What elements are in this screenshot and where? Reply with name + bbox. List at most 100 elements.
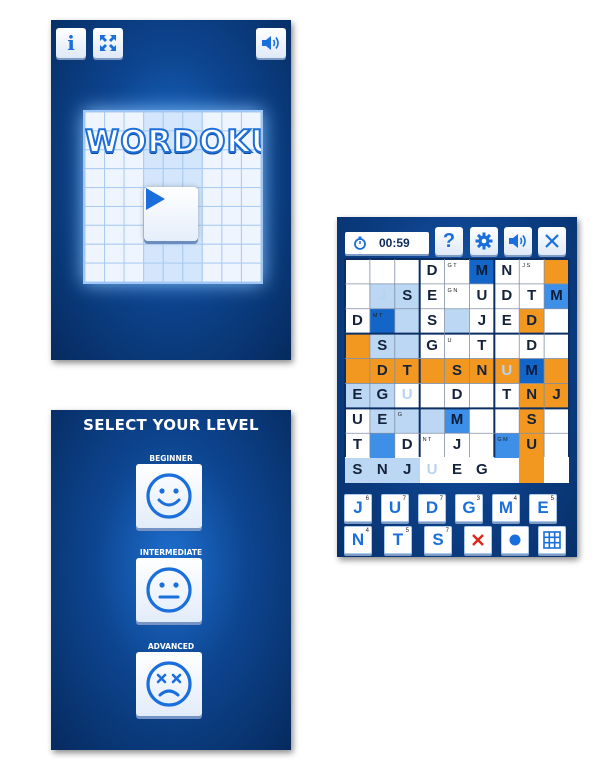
close-button[interactable]: [538, 227, 566, 255]
grid-cell[interactable]: [369, 433, 395, 459]
grid-cell[interactable]: [544, 458, 569, 483]
grid-cell[interactable]: [469, 383, 495, 409]
grid-cell[interactable]: S: [394, 283, 420, 309]
grid-cell[interactable]: M: [544, 283, 569, 309]
grid-cell[interactable]: [394, 308, 420, 334]
grid-cell[interactable]: [469, 433, 495, 459]
grid-cell[interactable]: G T: [444, 259, 470, 284]
sound-button-game[interactable]: [504, 227, 532, 255]
grid-cell[interactable]: [544, 408, 569, 434]
letter-key[interactable]: G3: [455, 494, 483, 522]
grid-cell[interactable]: [394, 259, 420, 284]
letter-key[interactable]: T5: [384, 526, 412, 554]
grid-cell[interactable]: D: [369, 358, 395, 384]
grid-cell[interactable]: D: [394, 433, 420, 459]
grid-cell[interactable]: D: [345, 308, 370, 334]
grid-cell[interactable]: G: [394, 408, 420, 434]
grid-cell[interactable]: S: [519, 408, 545, 434]
grid-cell[interactable]: [419, 383, 445, 409]
grid-cell[interactable]: [544, 433, 569, 459]
grid-cell[interactable]: U: [494, 358, 520, 384]
grid-cell[interactable]: T: [494, 383, 520, 409]
grid-cell[interactable]: N: [369, 458, 395, 483]
grid-cell[interactable]: M T: [369, 308, 395, 334]
grid-cell[interactable]: [494, 333, 520, 359]
grid-cell[interactable]: J: [444, 433, 470, 459]
letter-key[interactable]: S7: [424, 526, 452, 554]
grid-cell[interactable]: D: [494, 283, 520, 309]
settings-button[interactable]: [470, 227, 498, 255]
sound-button[interactable]: [256, 28, 286, 58]
grid-cell[interactable]: [419, 408, 445, 434]
grid-cell[interactable]: [444, 308, 470, 334]
grid-cell[interactable]: U: [469, 283, 495, 309]
grid-cell[interactable]: J: [394, 458, 420, 483]
grid-cell[interactable]: D: [444, 383, 470, 409]
grid-cell[interactable]: [544, 308, 569, 334]
letter-key[interactable]: U7: [381, 494, 409, 522]
grid-cell[interactable]: [494, 408, 520, 434]
grid-cell[interactable]: M: [519, 358, 545, 384]
grid-cell[interactable]: D: [519, 308, 545, 334]
grid-cell[interactable]: [519, 458, 545, 483]
grid-cell[interactable]: J: [469, 308, 495, 334]
fullscreen-button[interactable]: [93, 28, 123, 58]
grid-cell[interactable]: N: [469, 358, 495, 384]
grid-cell[interactable]: N: [519, 383, 545, 409]
grid-cell[interactable]: [345, 333, 370, 359]
grid-cell[interactable]: S: [444, 358, 470, 384]
grid-cell[interactable]: D: [419, 259, 445, 284]
grid-cell[interactable]: G: [369, 383, 395, 409]
grid-cell[interactable]: [345, 358, 370, 384]
grid-cell[interactable]: E: [444, 458, 470, 483]
grid-cell[interactable]: [544, 259, 569, 284]
grid-cell[interactable]: S: [369, 333, 395, 359]
play-button[interactable]: [144, 187, 198, 241]
notes-grid-button[interactable]: [538, 526, 566, 554]
grid-cell[interactable]: E: [419, 283, 445, 309]
grid-cell[interactable]: S: [419, 308, 445, 334]
advanced-button[interactable]: [136, 652, 202, 716]
grid-cell[interactable]: [544, 333, 569, 359]
grid-cell[interactable]: J: [544, 383, 569, 409]
grid-cell[interactable]: T: [519, 283, 545, 309]
help-button[interactable]: ?: [435, 227, 463, 255]
grid-cell[interactable]: [494, 458, 520, 483]
grid-cell[interactable]: [369, 259, 395, 284]
grid-cell[interactable]: [544, 358, 569, 384]
letter-key[interactable]: M4: [492, 494, 520, 522]
grid-cell[interactable]: [419, 358, 445, 384]
grid-cell[interactable]: E: [345, 383, 370, 409]
beginner-button[interactable]: [136, 464, 202, 528]
grid-cell[interactable]: [469, 408, 495, 434]
grid-cell[interactable]: E: [494, 308, 520, 334]
grid-cell[interactable]: [394, 333, 420, 359]
hint-button[interactable]: [501, 526, 529, 554]
grid-cell[interactable]: G M: [494, 433, 520, 459]
letter-key[interactable]: E5: [529, 494, 557, 522]
grid-cell[interactable]: M: [444, 408, 470, 434]
grid-cell[interactable]: E: [369, 408, 395, 434]
grid-cell[interactable]: T: [469, 333, 495, 359]
info-button[interactable]: i: [56, 28, 86, 58]
grid-cell[interactable]: U: [345, 408, 370, 434]
grid-cell[interactable]: [345, 283, 370, 309]
grid-cell[interactable]: S: [345, 458, 370, 483]
grid-cell[interactable]: U: [394, 383, 420, 409]
grid-cell[interactable]: G: [419, 333, 445, 359]
letter-key[interactable]: D7: [418, 494, 446, 522]
grid-cell[interactable]: G N: [444, 283, 470, 309]
grid-cell[interactable]: N T: [419, 433, 445, 459]
letter-key[interactable]: J6: [344, 494, 372, 522]
grid-cell[interactable]: U: [444, 333, 470, 359]
grid-cell[interactable]: U: [519, 433, 545, 459]
grid-cell[interactable]: T: [345, 433, 370, 459]
grid-cell[interactable]: J S: [519, 259, 545, 284]
grid-cell[interactable]: D: [519, 333, 545, 359]
erase-button[interactable]: [464, 526, 492, 554]
grid-cell[interactable]: G: [469, 458, 495, 483]
letter-key[interactable]: N4: [344, 526, 372, 554]
grid-cell[interactable]: U: [419, 458, 445, 483]
grid-cell[interactable]: M: [469, 259, 495, 284]
grid-cell[interactable]: [345, 259, 370, 284]
